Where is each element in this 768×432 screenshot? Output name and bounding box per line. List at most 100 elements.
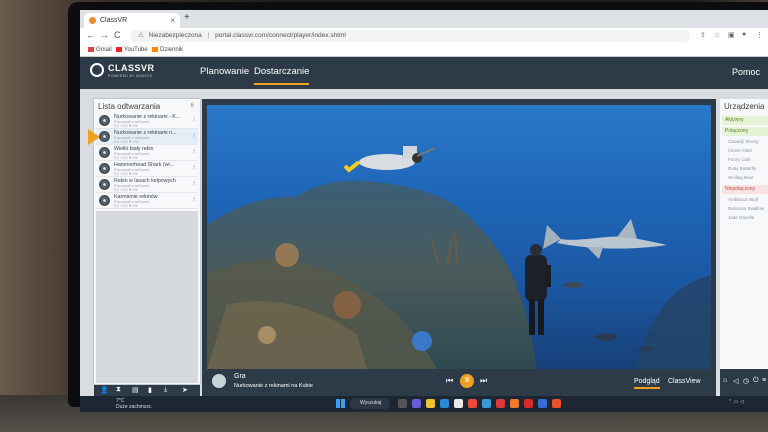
file-explorer-icon[interactable] [426, 399, 435, 408]
item-thumbnail [99, 115, 110, 126]
playlist-item[interactable]: Rekin w lasach kelpowych Pozostałe z rek… [96, 177, 198, 193]
devices-toolbar: ⌂ ◁ ◷ ⏻ ≡ [720, 369, 768, 396]
url-field[interactable]: ⚠ Niezabezpieczona | portal.classvr.com/… [130, 30, 690, 42]
pause-button[interactable]: II [460, 374, 474, 388]
device-item[interactable]: Ambitious Wolf [728, 197, 758, 202]
menu-icon[interactable]: ⋮ [756, 31, 763, 39]
shark [543, 219, 667, 259]
edge-icon[interactable] [440, 399, 449, 408]
extensions-icon[interactable]: ▣ [728, 31, 735, 39]
weather-widget[interactable]: 7°C Duże zachmurz. [116, 398, 152, 410]
store-icon[interactable] [454, 399, 463, 408]
close-tab-icon[interactable]: × [170, 13, 175, 28]
tab-dostarczanie[interactable]: Dostarczanie [254, 66, 310, 85]
classvr-favicon-icon [89, 17, 96, 24]
home-icon[interactable]: ⌂ [723, 377, 727, 384]
user-icon[interactable]: 👤 [100, 386, 109, 394]
system-tray-icon[interactable]: ⌃ ▭ ◁ [728, 399, 744, 405]
warning-icon: ⚠ [138, 32, 144, 39]
mute-icon[interactable]: ◁ [733, 377, 738, 385]
drag-handle-icon[interactable]: ⁞⁞ [193, 181, 195, 187]
group-active[interactable]: Aktywny [722, 116, 768, 125]
new-tab-button[interactable]: + [184, 12, 190, 23]
app-icon[interactable] [552, 399, 561, 408]
download-icon[interactable]: ⤓ [164, 386, 167, 394]
bookmark-youtube[interactable]: YouTube [116, 47, 148, 53]
playlist-item[interactable]: Karmienie rekinów Pozostałe z rekinami 3… [96, 193, 198, 209]
playlist-item[interactable]: Hammerhead Shark (wi... Pozostałe z reki… [96, 161, 198, 177]
security-label: Niezabezpieczona [148, 32, 202, 39]
diver-standing [525, 244, 551, 335]
device-item[interactable]: Cassidy Strong [728, 139, 759, 144]
help-link[interactable]: Pomoc [732, 67, 760, 77]
app-icon[interactable] [510, 399, 519, 408]
device-item[interactable]: Jade Gazelle [728, 215, 754, 220]
start-button[interactable] [336, 399, 345, 408]
app-icon[interactable] [496, 399, 505, 408]
share-icon[interactable]: ⇪ [700, 31, 706, 39]
back-button[interactable]: ← [86, 30, 95, 40]
save-icon[interactable]: ▤ [132, 386, 139, 394]
device-item[interactable]: Delicious Swallow [728, 206, 764, 211]
group-connected[interactable]: Połączony [722, 127, 768, 136]
item-thumbnail [99, 179, 110, 190]
app-icon[interactable] [538, 399, 547, 408]
device-item[interactable]: Clever Otter [728, 148, 752, 153]
drag-handle-icon[interactable]: ⁞⁞ [193, 149, 195, 155]
now-playing-title: Nurkowanie z rekinami na Kubie [234, 383, 313, 389]
playlist-empty-area [96, 211, 198, 383]
filter-icon[interactable]: ≡ [762, 377, 766, 384]
bookmark-star-icon[interactable]: ☆ [714, 31, 720, 39]
task-view-icon[interactable] [398, 399, 407, 408]
playlist-title: Lista odtwarzania [98, 102, 161, 111]
app-icon[interactable] [524, 399, 533, 408]
logo-text: CLASSVR [108, 63, 155, 73]
chrome-icon[interactable] [468, 399, 477, 408]
forward-button[interactable]: → [100, 30, 109, 40]
app-header: CLASSVR POWERED BY AVANTIS Planowanie Do… [80, 57, 768, 89]
tab-planowanie[interactable]: Planowanie [200, 66, 249, 77]
previous-button[interactable]: ⏮ [446, 376, 453, 386]
send-icon[interactable]: ➤ [182, 386, 188, 394]
reload-button[interactable]: C [114, 30, 121, 40]
device-item[interactable]: Funny Lark [728, 157, 751, 162]
drag-handle-icon[interactable]: ⁞⁞ [193, 165, 195, 171]
youtube-icon [116, 47, 122, 52]
delete-icon[interactable]: ▮ [148, 386, 152, 394]
mail-icon[interactable] [482, 399, 491, 408]
bookmark-dziennik[interactable]: Dziennik [152, 47, 183, 53]
player-controls: Gra Nurkowanie z rekinami na Kubie ⏮ II … [202, 369, 716, 396]
taskbar-search[interactable]: Wyszukaj [350, 398, 390, 409]
next-button[interactable]: ⏭ [480, 376, 487, 386]
teams-icon[interactable] [412, 399, 421, 408]
drag-handle-icon[interactable]: ⁞⁞ [193, 197, 195, 203]
url-text: portal.classvr.com/connect/player/index.… [215, 32, 346, 39]
playlist-item[interactable]: Wielki biały rekin Pozostałe z rekinami … [96, 145, 198, 161]
dziennik-icon [152, 47, 158, 52]
vr-preview-image[interactable] [207, 105, 711, 369]
bookmarks-bar: Gmail YouTube Dziennik [80, 45, 768, 57]
drag-handle-icon[interactable]: ⁞⁞ [193, 117, 195, 123]
timer-icon[interactable]: ◷ [743, 377, 749, 385]
weather-text: Duże zachmurz. [116, 404, 153, 410]
devices-panel: Urządzenia Aktywny Połączony Cassidy Str… [720, 99, 768, 396]
playlist-item[interactable]: Nurkowanie z rekinami - K... Pozostałe z… [96, 113, 198, 129]
drag-handle-icon[interactable]: ⁞⁞ [193, 133, 195, 139]
item-meta: 3.5 / 100 ⚑ 4% [114, 188, 138, 192]
group-disconnected[interactable]: Niepołączony [722, 185, 768, 194]
item-thumbnail [99, 131, 110, 142]
item-thumbnail [99, 195, 110, 206]
playlist-item-active[interactable]: Nurkowanie z rekinami n... Pozostałe z r… [88, 129, 198, 145]
search-label: Wyszukaj [360, 400, 382, 406]
classvr-logo-icon [90, 63, 104, 77]
preview-tab[interactable]: Podgląd [634, 378, 660, 389]
browser-tab[interactable]: ClassVR × [84, 13, 180, 28]
device-item[interactable]: Ruby Butterfly [728, 166, 756, 171]
timer-icon[interactable]: ⧗ [116, 386, 121, 394]
device-item[interactable]: Smiling Bear [728, 175, 754, 180]
power-icon[interactable]: ⏻ [753, 377, 759, 385]
classview-tab[interactable]: ClassView [668, 378, 701, 385]
profile-icon[interactable]: ● [742, 31, 746, 38]
diver-top [343, 146, 436, 173]
bookmark-gmail[interactable]: Gmail [88, 47, 112, 53]
